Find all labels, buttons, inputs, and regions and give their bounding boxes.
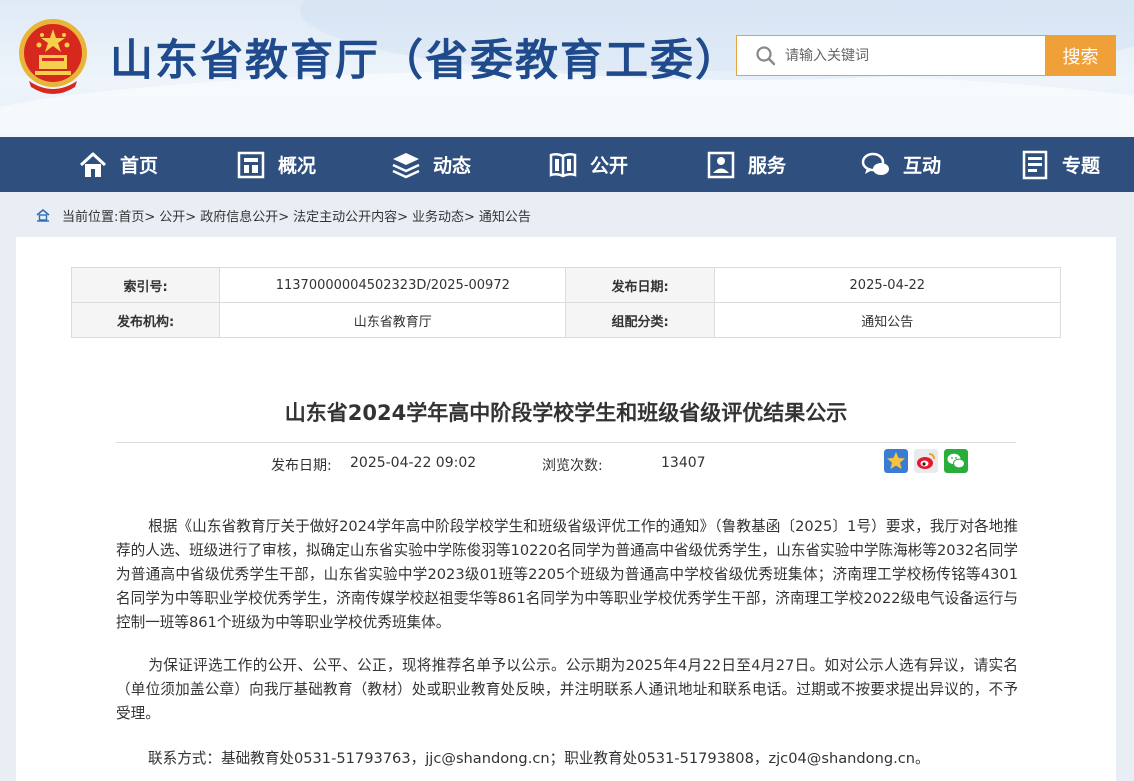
home-icon <box>79 152 107 177</box>
share-weibo-icon[interactable] <box>914 449 938 473</box>
pub-date-label: 发布日期: <box>565 267 715 303</box>
breadcrumb-link-statutory[interactable]: 法定主动公开内容> <box>293 206 408 225</box>
breadcrumb-link-gov-info[interactable]: 政府信息公开> <box>200 206 289 225</box>
category-value: 通知公告 <box>713 302 1062 338</box>
service-icon <box>707 151 735 178</box>
pub-date-value: 2025-04-22 <box>713 267 1062 303</box>
pub-label: 发布日期: <box>271 458 332 474</box>
breadcrumb-link-notices[interactable]: 通知公告 <box>479 206 531 225</box>
divider <box>116 442 1016 443</box>
breadcrumb-link-home[interactable]: 首页> <box>118 206 155 225</box>
search-input[interactable] <box>785 36 1043 75</box>
article-paragraph: 联系方式：基础教育处0531-51793763，jjc@shandong.cn；… <box>148 750 930 767</box>
share-wechat-icon[interactable] <box>944 449 968 473</box>
breadcrumb-prefix: 当前位置: <box>62 209 119 225</box>
home-icon <box>36 208 50 222</box>
article-paragraph: 根据《山东省教育厅关于做好2024学年高中阶段学校学生和班级省级评优工作的通知》… <box>116 518 1018 631</box>
nav-item-overview[interactable]: 概况 <box>236 137 316 192</box>
meta-table: 索引号: 11370000004502323D/2025-00972 发布日期:… <box>70 267 1062 338</box>
site-title: 山东省教育厅（省委教育工委） <box>110 36 740 86</box>
content-panel: 索引号: 11370000004502323D/2025-00972 发布日期:… <box>16 237 1116 781</box>
search-icon <box>756 46 776 66</box>
breadcrumb-link-business[interactable]: 业务动态> <box>412 206 475 225</box>
stack-icon <box>392 152 420 178</box>
article-title: 山东省2024学年高中阶段学校学生和班级省级评优结果公示 <box>284 401 848 425</box>
table-row: 发布机构: 山东省教育厅 组配分类: 通知公告 <box>70 302 1062 338</box>
nav-label: 专题 <box>1062 155 1101 177</box>
book-icon <box>549 152 577 177</box>
nav-item-topics[interactable]: 专题 <box>1020 137 1100 192</box>
breadcrumb: 当前位置: 首页> 公开> 政府信息公开> 法定主动公开内容> 业务动态> 通知… <box>36 204 531 226</box>
pub-time: 2025-04-22 09:02 <box>350 455 477 471</box>
views-count: 13407 <box>661 455 706 471</box>
nav-item-news[interactable]: 动态 <box>391 137 471 192</box>
index-label: 索引号: <box>70 267 221 303</box>
nav-item-service[interactable]: 服务 <box>706 137 786 192</box>
nav-item-public[interactable]: 公开 <box>548 137 628 192</box>
org-value: 山东省教育厅 <box>219 302 567 338</box>
views-label: 浏览次数: <box>542 458 603 474</box>
nav-label: 服务 <box>748 155 787 177</box>
nav-label: 首页 <box>120 155 159 177</box>
nav-label: 互动 <box>903 155 942 177</box>
nav-item-home[interactable]: 首页 <box>78 137 158 192</box>
index-value: 11370000004502323D/2025-00972 <box>219 267 567 303</box>
document-icon <box>1022 150 1048 179</box>
share-qzone-icon[interactable] <box>884 449 908 473</box>
org-label: 发布机构: <box>70 302 221 338</box>
search-button[interactable]: 搜索 <box>1045 35 1116 76</box>
category-label: 组配分类: <box>565 302 715 338</box>
search-box: 搜索 <box>736 35 1116 76</box>
building-icon <box>237 151 265 178</box>
nav-item-interact[interactable]: 互动 <box>861 137 941 192</box>
table-row: 索引号: 11370000004502323D/2025-00972 发布日期:… <box>70 267 1062 303</box>
site-header: 山东省教育厅（省委教育工委） 搜索 <box>0 0 1134 137</box>
national-emblem-icon[interactable] <box>15 15 91 95</box>
main-nav: 首页 概况 动态 公开 服务 互动 专题 <box>0 137 1134 192</box>
breadcrumb-link-public[interactable]: 公开> <box>159 206 196 225</box>
article-paragraph: 为保证评选工作的公开、公平、公正，现将推荐名单予以公示。公示期为2025年4月2… <box>116 657 1018 722</box>
nav-label: 公开 <box>590 155 629 177</box>
chat-icon <box>861 152 889 175</box>
nav-label: 动态 <box>433 155 472 177</box>
nav-label: 概况 <box>278 155 317 177</box>
